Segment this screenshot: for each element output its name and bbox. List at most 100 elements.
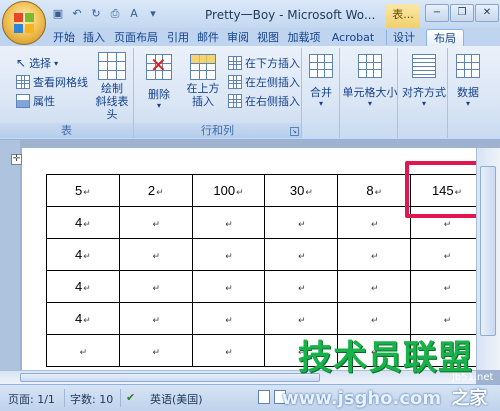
minimize-button[interactable]: − <box>425 4 449 22</box>
table-cell[interactable]: 2↵ <box>118 174 193 207</box>
table-cell[interactable]: 5↵ <box>46 174 120 207</box>
cell-end-marker: ↵ <box>374 187 383 197</box>
insert-below-button[interactable]: 在下方插入 <box>228 54 300 72</box>
tab-references[interactable]: 引用 <box>164 29 192 46</box>
table-cell[interactable]: 8↵ <box>337 174 412 207</box>
tab-mailings[interactable]: 邮件 <box>194 29 222 46</box>
customize-icon[interactable]: ▾ <box>145 6 161 22</box>
page-count[interactable]: 页面: 1/1 <box>8 391 55 407</box>
tab-page-layout[interactable]: 页面布局 <box>110 29 162 46</box>
table-cell[interactable]: ↵ <box>191 270 266 303</box>
table-cell[interactable]: ↵ <box>337 206 412 239</box>
cell-end-marker: ↵ <box>236 187 244 197</box>
table-move-handle-icon[interactable]: ✛ <box>11 154 22 165</box>
vertical-scrollbar[interactable] <box>476 148 500 370</box>
chevron-down-icon: ▾ <box>367 99 372 108</box>
office-button[interactable] <box>2 1 46 45</box>
table-cell[interactable]: ↵ <box>118 238 193 271</box>
table-cell[interactable]: ↵ <box>337 270 412 303</box>
cell-end-marker: ↵ <box>152 315 160 325</box>
tab-acrobat[interactable]: Acrobat <box>326 29 380 46</box>
table-cell[interactable]: ↵ <box>46 334 120 367</box>
chevron-down-icon: ▾ <box>465 99 470 108</box>
cell-end-marker: ↵ <box>298 283 306 293</box>
cell-value: 30 <box>289 183 305 198</box>
vertical-scroll-thumb[interactable] <box>480 166 496 336</box>
cell-end-marker: ↵ <box>225 251 233 261</box>
language-indicator[interactable]: 英语(美国) <box>150 391 203 407</box>
table-cell[interactable]: ↵ <box>118 302 193 335</box>
chevron-down-icon: ▾ <box>421 99 426 108</box>
table-cell[interactable]: 30↵ <box>264 174 339 207</box>
table-cell[interactable]: ↵ <box>410 270 484 303</box>
close-button[interactable]: ✕ <box>475 4 499 22</box>
table-cell[interactable]: ↵ <box>191 334 266 367</box>
properties-button[interactable]: 属性 <box>16 92 55 110</box>
word-count[interactable]: 字数: 10 <box>70 391 113 407</box>
table-cell[interactable]: 4↵ <box>46 270 120 303</box>
print-layout-view-icon[interactable] <box>258 390 270 404</box>
draw-diagonal-header-button[interactable]: 绘制 斜线表头 <box>92 52 132 121</box>
table-cell[interactable]: ↵ <box>191 206 266 239</box>
tab-layout[interactable]: 布局 <box>426 29 464 46</box>
maximize-button[interactable]: ❐ <box>450 4 474 22</box>
tab-design[interactable]: 设计 <box>388 29 420 46</box>
print-preview-icon[interactable]: ⎙ <box>107 6 123 22</box>
cell-end-marker: ↵ <box>152 347 160 357</box>
dialog-launcher-icon[interactable]: ↘ <box>290 127 299 136</box>
redo-icon[interactable]: ↻ <box>88 6 104 22</box>
insert-above-button[interactable]: 在上方 插入 <box>184 54 222 108</box>
tab-view[interactable]: 视图 <box>254 29 282 46</box>
cell-size-button[interactable]: 单元格大小 ▾ <box>342 54 398 108</box>
cell-value: 4 <box>75 215 83 230</box>
table-cell[interactable]: ↵ <box>264 238 339 271</box>
cell-end-marker: ↵ <box>298 251 306 261</box>
tab-home[interactable]: 开始 <box>50 29 78 46</box>
spelling-icon[interactable]: A <box>126 6 142 22</box>
cell-end-marker: ↵ <box>443 219 452 229</box>
cell-end-marker: ↵ <box>152 219 160 229</box>
delete-table-icon: ✕ <box>146 53 172 80</box>
tab-review[interactable]: 审阅 <box>224 29 252 46</box>
merge-button[interactable]: 合并 ▾ <box>306 54 336 108</box>
table-cell[interactable]: ↵ <box>191 302 266 335</box>
table-cell[interactable]: ↵ <box>264 270 339 303</box>
insert-right-button[interactable]: 在右侧插入 <box>228 92 300 110</box>
table-cell[interactable]: ↵ <box>410 238 484 271</box>
proofing-check-icon[interactable]: ✔ <box>126 391 135 404</box>
table-cell[interactable]: 4↵ <box>46 206 120 239</box>
table-cell[interactable]: ↵ <box>118 270 193 303</box>
tab-addins[interactable]: 加载项 <box>284 29 324 46</box>
save-icon[interactable]: ▣ <box>50 6 66 22</box>
table-cell[interactable]: ↵ <box>337 238 412 271</box>
table-cell[interactable]: 100↵ <box>191 174 266 207</box>
view-gridlines-button[interactable]: 查看网格线 <box>16 73 88 91</box>
cell-value: 5 <box>75 183 83 198</box>
table-cell[interactable]: ↵ <box>118 334 193 367</box>
status-separator <box>120 389 121 407</box>
table-cell[interactable]: ↵ <box>264 206 339 239</box>
table-cell[interactable]: 4↵ <box>46 238 120 271</box>
delete-button[interactable]: ✕ 删除 ▾ <box>140 53 178 110</box>
cell-end-marker: ↵ <box>370 219 379 229</box>
alignment-button[interactable]: 对齐方式 ▾ <box>400 54 448 108</box>
chevron-down-icon: ▾ <box>54 58 59 68</box>
insert-below-label: 在下方插入 <box>245 57 300 70</box>
data-button[interactable]: 数据 ▾ <box>450 54 486 108</box>
table-cell[interactable]: ↵ <box>118 206 193 239</box>
table-cell[interactable]: 4↵ <box>46 302 120 335</box>
insert-right-label: 在右侧插入 <box>245 95 300 108</box>
cell-end-marker: ↵ <box>298 219 306 229</box>
group-table-label: 表 <box>0 123 133 138</box>
insert-left-button[interactable]: 在左侧插入 <box>228 73 300 91</box>
undo-icon[interactable]: ↶ <box>69 6 85 22</box>
table-cell[interactable]: ↵ <box>191 238 266 271</box>
horizontal-scroll-thumb[interactable] <box>20 373 320 382</box>
group-merge: 合并 ▾ <box>302 48 340 138</box>
view-gridlines-label: 查看网格线 <box>33 76 88 89</box>
cell-end-marker: ↵ <box>305 187 313 197</box>
cell-end-marker: ↵ <box>225 219 233 229</box>
select-button[interactable]: ↖ 选择 ▾ <box>16 54 58 72</box>
tab-insert[interactable]: 插入 <box>80 29 108 46</box>
cell-end-marker: ↵ <box>443 315 452 325</box>
